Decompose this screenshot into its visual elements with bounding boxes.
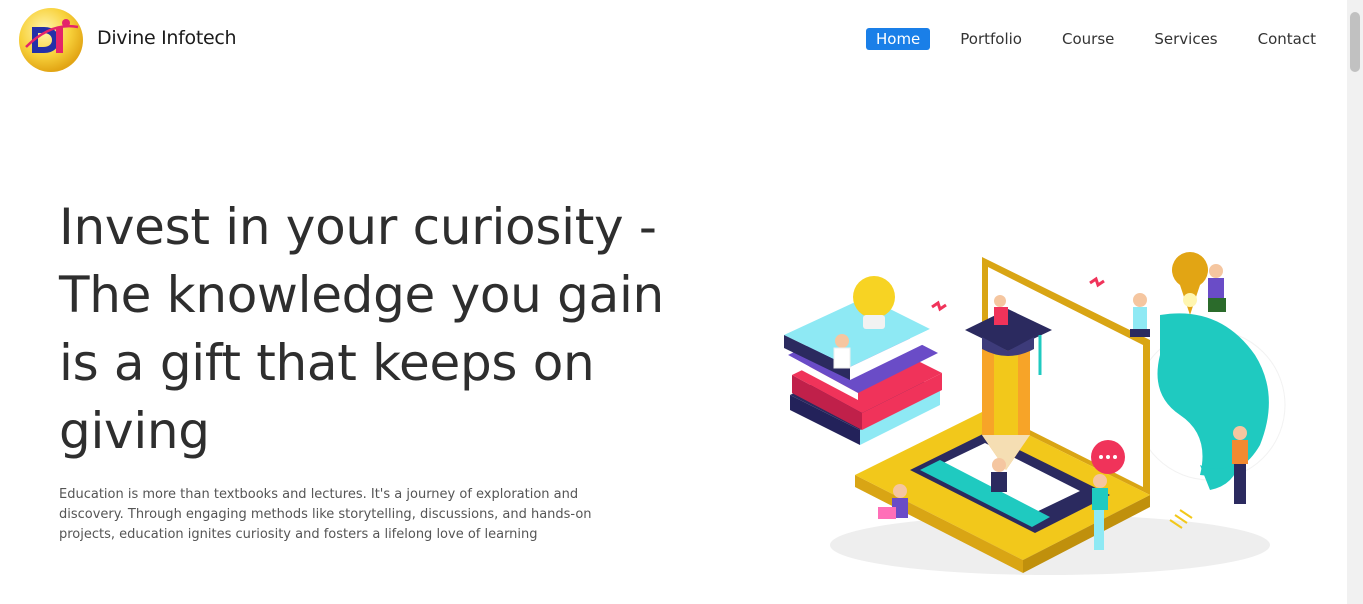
page-scrollbar[interactable] <box>1347 0 1363 604</box>
hero-description: Education is more than textbooks and lec… <box>59 487 592 542</box>
hero-title-line: is a gift that keeps on <box>59 334 595 392</box>
nav-course[interactable]: Course <box>1052 28 1124 50</box>
chat-bubble-icon <box>1091 440 1125 474</box>
main-nav: Home Portfolio Course Services Contact <box>846 28 1326 50</box>
hero-title-line: The knowledge you gain <box>59 266 664 324</box>
globe-icon <box>1134 313 1286 490</box>
map-pin-icon <box>1172 252 1208 315</box>
hero-title-line: Invest in your curiosity - <box>59 198 657 256</box>
nav-portfolio[interactable]: Portfolio <box>950 28 1032 50</box>
nav-services[interactable]: Services <box>1144 28 1227 50</box>
brand-name[interactable]: Divine Infotech <box>97 27 237 49</box>
nav-home[interactable]: Home <box>865 28 931 50</box>
di-logo-icon[interactable] <box>18 7 84 73</box>
hero-title-line: giving <box>59 402 210 460</box>
site-header: Divine Infotech Home Portfolio Course Se… <box>0 0 1347 80</box>
scrollbar-thumb[interactable] <box>1350 12 1360 72</box>
nav-contact[interactable]: Contact <box>1248 28 1326 50</box>
hero-title: Invest in your curiosity - The knowledge… <box>59 193 679 465</box>
education-illustration <box>784 252 1286 575</box>
